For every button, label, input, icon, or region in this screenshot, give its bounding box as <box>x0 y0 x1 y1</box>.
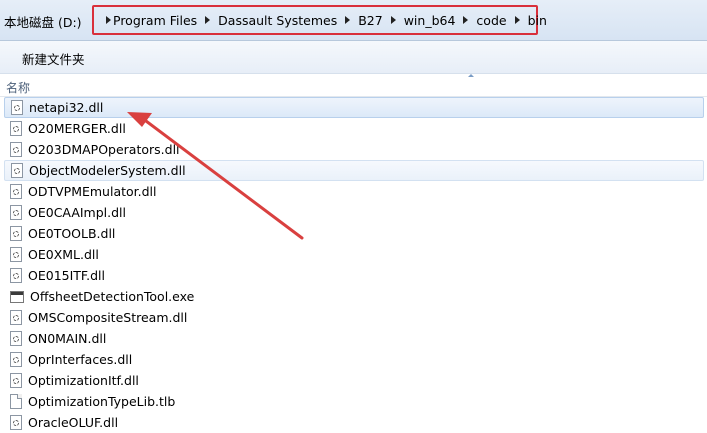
annotation-arrow-shaft <box>144 119 304 240</box>
annotation-arrowhead-icon <box>127 112 152 127</box>
annotation-arrow <box>127 112 304 240</box>
